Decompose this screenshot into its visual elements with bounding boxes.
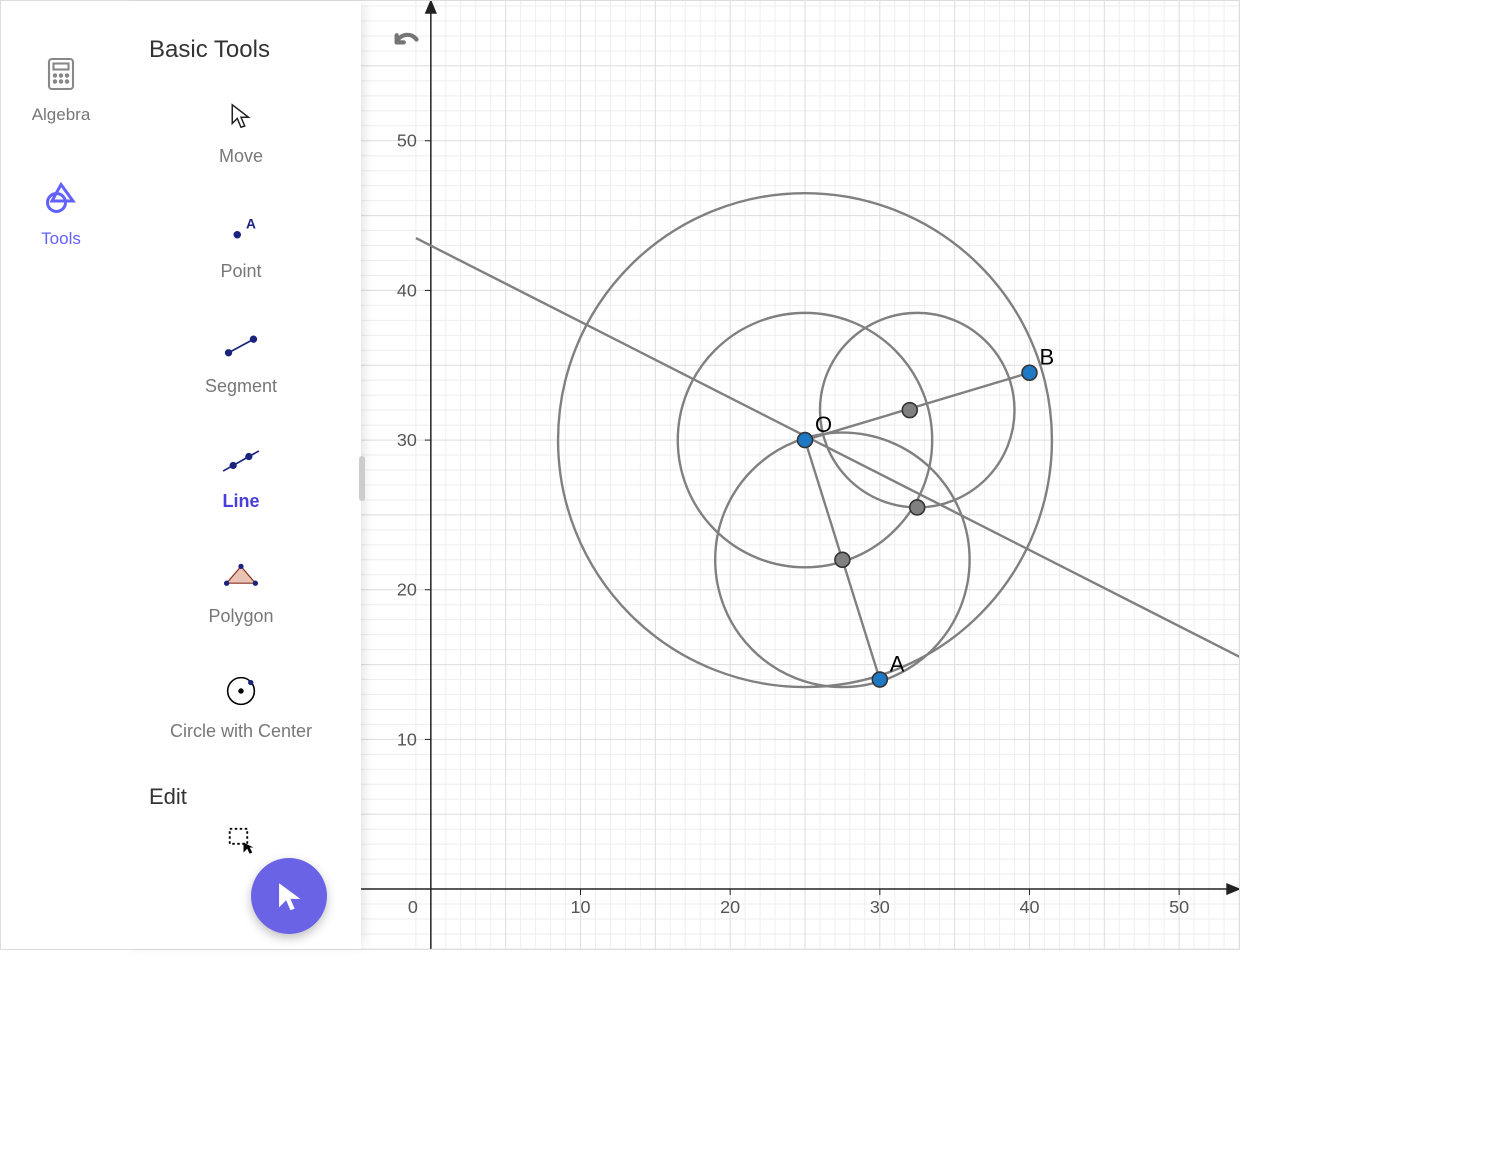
edit-header: Edit <box>121 764 361 810</box>
tool-move-label: Move <box>219 146 263 167</box>
calculator-icon <box>43 56 79 97</box>
graph-canvas[interactable]: 10 20 30 40 50 10 20 30 40 50 0 O A B <box>361 1 1239 949</box>
svg-text:A: A <box>246 217 256 232</box>
line-icon <box>221 441 261 481</box>
svg-text:30: 30 <box>870 897 890 917</box>
tool-point-label: Point <box>220 261 261 282</box>
tool-circle-label: Circle with Center <box>170 721 312 742</box>
rail-label-tools: Tools <box>41 229 81 249</box>
geo-point[interactable] <box>872 672 887 687</box>
svg-text:40: 40 <box>1020 897 1040 917</box>
tools-panel: Basic Tools Move A Point Segment <box>121 1 361 949</box>
undo-button[interactable] <box>391 31 431 71</box>
tool-segment[interactable]: Segment <box>121 304 361 419</box>
svg-text:20: 20 <box>720 897 740 917</box>
svg-text:20: 20 <box>397 580 417 600</box>
cursor-fill-icon <box>272 879 306 913</box>
select-rect-icon <box>221 820 261 860</box>
tool-point[interactable]: A Point <box>121 189 361 304</box>
tool-segment-label: Segment <box>205 376 277 397</box>
view-rail: Algebra Tools <box>1 1 121 949</box>
grid-minor <box>361 1 1239 949</box>
svg-text:30: 30 <box>397 430 417 450</box>
svg-text:50: 50 <box>397 131 417 151</box>
tool-select[interactable] <box>121 810 361 882</box>
basic-tools-header: Basic Tools <box>121 1 361 74</box>
tool-polygon-label: Polygon <box>208 606 273 627</box>
svg-text:40: 40 <box>397 280 417 300</box>
geo-line[interactable] <box>805 373 1029 440</box>
svg-text:50: 50 <box>1169 897 1189 917</box>
geo-point-label: O <box>815 412 832 437</box>
geo-point-label: A <box>890 652 905 677</box>
svg-text:10: 10 <box>571 897 591 917</box>
shapes-icon <box>43 180 79 221</box>
svg-text:10: 10 <box>397 729 417 749</box>
geo-point[interactable] <box>798 433 813 448</box>
tool-line[interactable]: Line <box>121 419 361 534</box>
geo-point[interactable] <box>902 403 917 418</box>
tool-line-label: Line <box>222 491 259 512</box>
rail-item-tools[interactable]: Tools <box>41 180 81 249</box>
geo-point[interactable] <box>910 500 925 515</box>
tool-polygon[interactable]: Polygon <box>121 534 361 649</box>
axes <box>361 1 1239 949</box>
circle-icon <box>221 671 261 711</box>
cursor-icon <box>221 96 261 136</box>
graph-svg[interactable]: 10 20 30 40 50 10 20 30 40 50 0 O A B <box>361 1 1239 949</box>
grid-major <box>361 1 1239 949</box>
polygon-icon <box>221 556 261 596</box>
svg-text:0: 0 <box>408 897 418 917</box>
point-icon: A <box>221 211 261 251</box>
rail-label-algebra: Algebra <box>32 105 91 125</box>
scroll-handle[interactable] <box>359 456 365 501</box>
geo-point[interactable] <box>1022 365 1037 380</box>
segment-icon <box>221 326 261 366</box>
active-tool-fab[interactable] <box>251 858 327 934</box>
tool-circle[interactable]: Circle with Center <box>121 649 361 764</box>
tool-move[interactable]: Move <box>121 74 361 189</box>
geo-point[interactable] <box>835 552 850 567</box>
rail-item-algebra[interactable]: Algebra <box>32 56 91 125</box>
geo-point-label: B <box>1039 345 1054 370</box>
